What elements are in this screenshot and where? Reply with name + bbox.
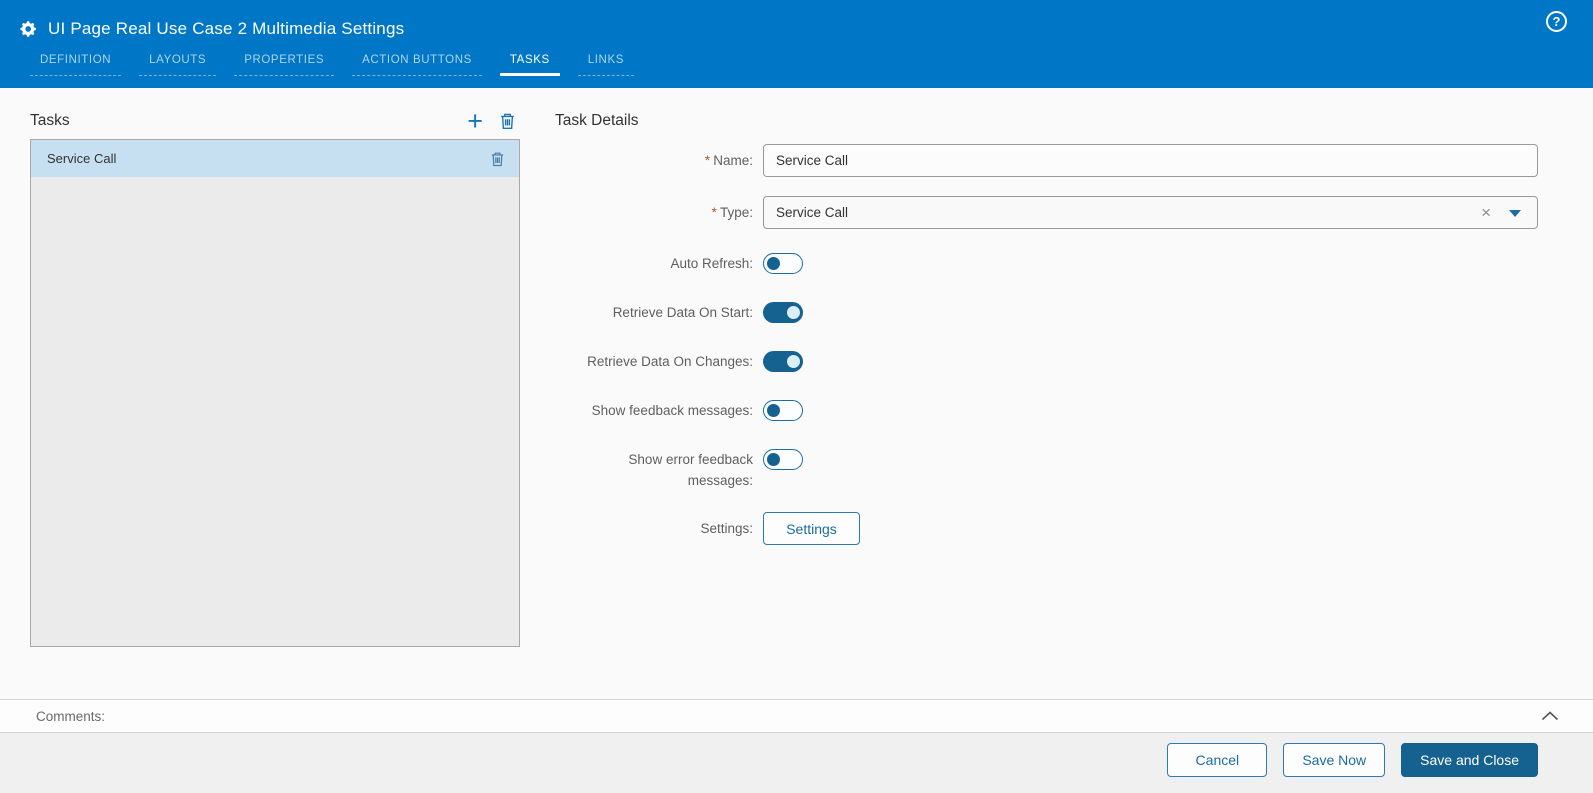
- show-feedback-messages-label: Show feedback messages:: [591, 403, 753, 418]
- retrieve-data-on-start-label: Retrieve Data On Start:: [612, 305, 753, 320]
- type-select[interactable]: Service Call ×: [763, 196, 1538, 229]
- tasks-panel: Tasks + Service Call: [30, 88, 520, 699]
- comments-label: Comments:: [36, 708, 106, 724]
- trash-icon: [491, 152, 504, 166]
- comments-bar: Comments:: [0, 699, 1593, 733]
- task-details-title: Task Details: [555, 111, 639, 129]
- save-now-button[interactable]: Save Now: [1283, 743, 1386, 777]
- toggle-knob: [767, 403, 780, 417]
- app-window: UI Page Real Use Case 2 Multimedia Setti…: [0, 0, 1593, 793]
- auto-refresh-toggle[interactable]: [763, 253, 803, 274]
- chevron-up-icon[interactable]: [1541, 711, 1559, 721]
- show-error-feedback-messages-toggle[interactable]: [763, 449, 803, 470]
- task-details-panel: Task Details *Name: *Type:: [555, 88, 1593, 699]
- settings-label: Settings:: [700, 521, 753, 536]
- main-content: Tasks + Service Call Task Details * Name…: [0, 88, 1593, 699]
- tab-properties[interactable]: PROPERTIES: [234, 48, 335, 76]
- app-header: UI Page Real Use Case 2 Multimedia Setti…: [0, 0, 1593, 88]
- auto-refresh-label: Auto Refresh:: [670, 256, 753, 271]
- gear-icon: [18, 19, 38, 39]
- header-title-row: UI Page Real Use Case 2 Multimedia Setti…: [0, 0, 1593, 44]
- page-title: UI Page Real Use Case 2 Multimedia Setti…: [48, 18, 405, 38]
- footer-action-bar: Cancel Save Now Save and Close: [0, 733, 1593, 793]
- name-label: * Name:: [704, 152, 753, 168]
- type-label: * Type:: [711, 204, 753, 220]
- show-feedback-messages-toggle[interactable]: [763, 400, 803, 421]
- show-error-feedback-messages-row: Show error feedback messages:: [555, 449, 1593, 491]
- tab-action-buttons[interactable]: ACTION BUTTONS: [352, 48, 482, 76]
- chevron-down-icon[interactable]: [1509, 210, 1521, 217]
- trash-icon: [501, 113, 514, 129]
- clear-icon[interactable]: ×: [1481, 202, 1491, 223]
- tab-tasks[interactable]: TASKS: [499, 48, 560, 76]
- name-input[interactable]: [763, 144, 1538, 177]
- settings-row: Settings: Settings: [555, 512, 1593, 545]
- name-row: * Name:: [555, 144, 1593, 177]
- retrieve-data-on-changes-row: Retrieve Data On Changes:: [555, 351, 1593, 372]
- required-asterisk: *: [704, 152, 711, 168]
- task-details-form: *Name: *Type: Service Call ×: [555, 144, 1593, 545]
- auto-refresh-row: Auto Refresh:: [555, 253, 1593, 274]
- toggle-knob: [767, 256, 780, 270]
- toggle-knob: [787, 355, 800, 368]
- tab-layouts[interactable]: LAYOUTS: [139, 48, 217, 76]
- task-list-item[interactable]: Service Call: [31, 140, 519, 177]
- toggle-knob: [787, 306, 800, 319]
- add-task-button[interactable]: +: [467, 105, 483, 136]
- tab-definition[interactable]: DEFINITION: [30, 48, 122, 76]
- tasks-panel-actions: +: [467, 105, 520, 136]
- tasks-panel-header: Tasks +: [30, 102, 520, 139]
- plus-icon: +: [467, 105, 483, 136]
- type-row: * Type: Service Call ×: [555, 196, 1593, 229]
- toggle-knob: [767, 452, 780, 466]
- delete-task-item-button[interactable]: [490, 151, 505, 167]
- task-item-label: Service Call: [47, 151, 117, 166]
- help-icon[interactable]: ?: [1546, 11, 1567, 32]
- delete-task-button[interactable]: [499, 112, 516, 130]
- cancel-button[interactable]: Cancel: [1167, 743, 1268, 777]
- type-select-value: Service Call: [776, 205, 849, 220]
- required-asterisk: *: [711, 204, 717, 220]
- save-and-close-button[interactable]: Save and Close: [1401, 743, 1538, 777]
- tab-links[interactable]: LINKS: [577, 48, 635, 76]
- tasks-panel-title: Tasks: [30, 111, 70, 129]
- retrieve-data-on-start-row: Retrieve Data On Start:: [555, 302, 1593, 323]
- settings-button[interactable]: Settings: [763, 512, 860, 545]
- show-error-feedback-messages-label: Show error feedback messages:: [628, 452, 753, 488]
- retrieve-data-on-start-toggle[interactable]: [763, 302, 803, 323]
- tab-bar: DEFINITION LAYOUTS PROPERTIES ACTION BUT…: [0, 48, 1593, 76]
- retrieve-data-on-changes-toggle[interactable]: [763, 351, 803, 372]
- show-feedback-messages-row: Show feedback messages:: [555, 400, 1593, 421]
- retrieve-data-on-changes-label: Retrieve Data On Changes:: [587, 354, 753, 369]
- task-list: Service Call: [30, 139, 520, 647]
